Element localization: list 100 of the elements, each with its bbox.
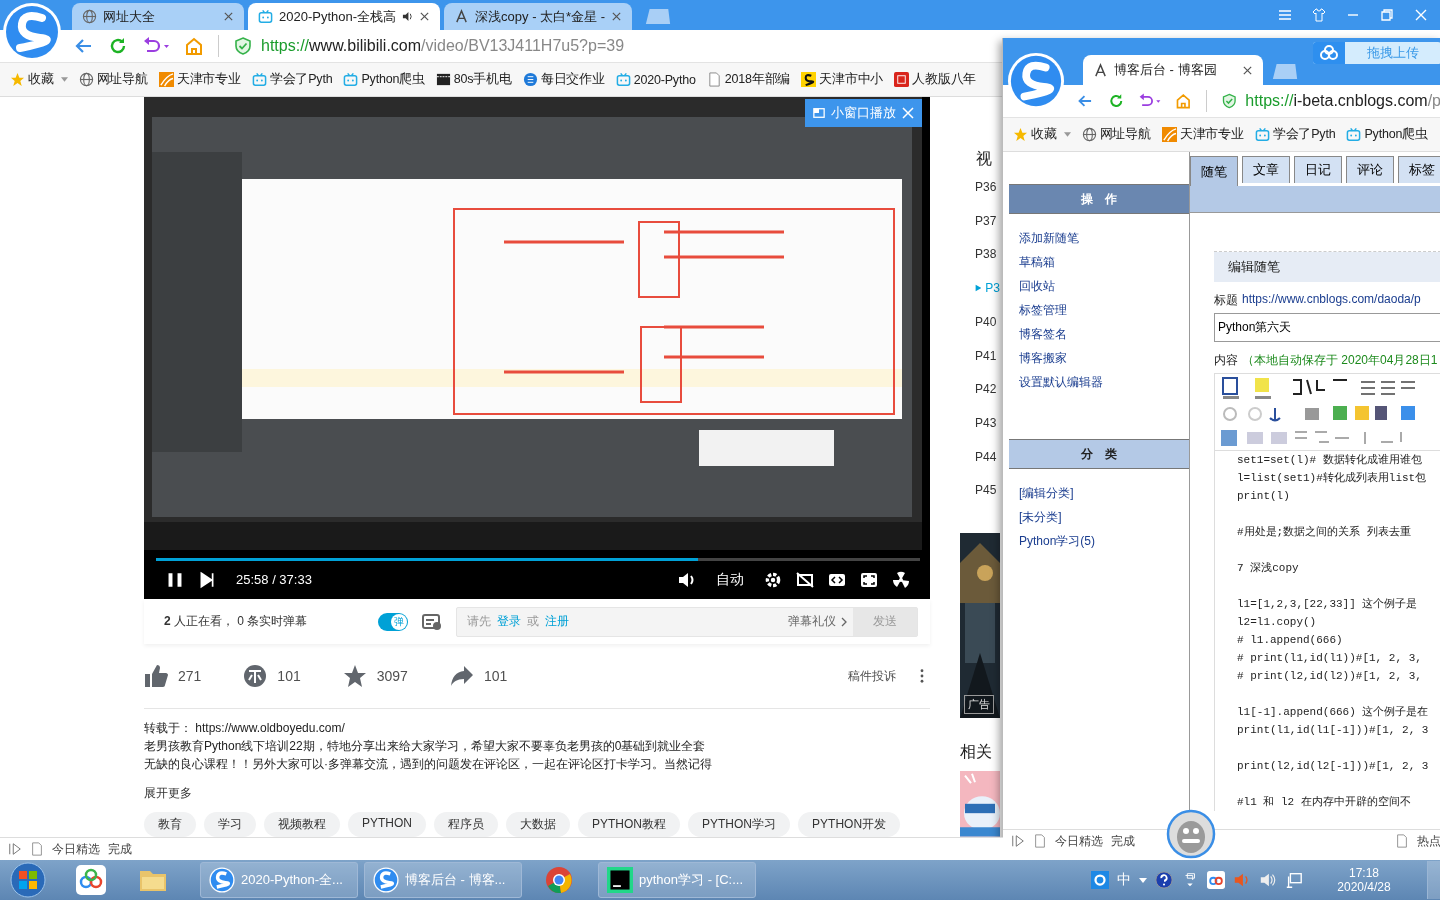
etiquette-link[interactable]: 弹幕礼仪	[788, 613, 847, 631]
chrome-icon[interactable]	[544, 865, 574, 895]
browser-tab[interactable]: 网址大全	[72, 3, 244, 30]
playlist-item[interactable]: P42	[975, 372, 1000, 407]
start-button[interactable]	[10, 862, 46, 898]
menu-icon[interactable]	[1278, 8, 1292, 22]
sidebar-link[interactable]: Python学习(5)	[1019, 529, 1189, 553]
bookmark-item[interactable]: 人教版八年	[894, 71, 977, 88]
playlist-item[interactable]: P44	[975, 439, 1000, 474]
speaker-icon[interactable]	[402, 11, 414, 22]
bookmark-item[interactable]: 天津市中小	[801, 71, 884, 88]
restore-icon[interactable]	[1380, 8, 1394, 22]
sidebar-link[interactable]: 标签管理	[1019, 298, 1189, 322]
fullscreen-icon[interactable]	[860, 570, 878, 589]
browser-tab[interactable]: 深浅copy - 太白*金星 -	[444, 3, 633, 30]
bookmark-item[interactable]: 收藏	[10, 71, 68, 88]
pause-icon[interactable]	[166, 570, 184, 589]
bookmark-item[interactable]: 2020-Pytho	[615, 72, 696, 87]
tag-chip[interactable]: PYTHON	[348, 812, 426, 837]
tag-chip[interactable]: 程序员	[434, 812, 498, 837]
sidebar-link[interactable]: 回收站	[1019, 274, 1189, 298]
action-button[interactable]: 271	[144, 664, 202, 689]
bookmark-item[interactable]: Python爬虫	[1346, 126, 1428, 143]
address-field[interactable]: https://www.bilibili.com/video/BV13J411H7u5?p=39	[261, 37, 625, 55]
browser-tab[interactable]: 博客后台 - 博客园	[1083, 55, 1263, 85]
settings-icon[interactable]	[764, 570, 782, 589]
sidebar-link[interactable]: 添加新随笔	[1019, 226, 1189, 250]
caret-icon[interactable]	[1139, 877, 1147, 883]
browser-tab[interactable]: 2020-Python-全栈高	[248, 3, 441, 30]
sidebar-link[interactable]: [未分类]	[1019, 505, 1189, 529]
sidebar-link[interactable]: [编辑分类]	[1019, 481, 1189, 505]
sidebar-link[interactable]: 设置默认编辑器	[1019, 370, 1189, 394]
next-icon[interactable]	[198, 570, 216, 589]
bookmark-item[interactable]: 网址导航	[78, 71, 148, 88]
post-link[interactable]: https://www.cnblogs.com/daoda/p	[1242, 292, 1421, 309]
cloud-app-icon[interactable]	[1207, 871, 1225, 889]
tag-chip[interactable]: 视频教程	[264, 812, 340, 837]
playlist-item[interactable]: P41	[975, 338, 1000, 373]
video-player[interactable]: 小窗口播放 25:58 / 37:33 自动	[144, 97, 930, 599]
quality-button[interactable]: 自动	[716, 570, 744, 589]
close-icon[interactable]	[611, 11, 623, 22]
playlist-item[interactable]: P40	[975, 304, 1000, 339]
q-app-icon[interactable]	[1091, 871, 1109, 889]
action-button[interactable]: 3097	[342, 664, 408, 689]
bookmark-item[interactable]: 天津市专业	[158, 71, 241, 88]
more-icon[interactable]	[920, 669, 924, 684]
network-icon[interactable]	[1285, 871, 1303, 889]
close-icon[interactable]	[223, 11, 234, 22]
page-tab[interactable]: 日记	[1294, 156, 1342, 183]
playlist-item[interactable]: P37	[975, 203, 1000, 238]
close-icon[interactable]	[1242, 64, 1253, 76]
sidebar-link[interactable]: 博客搬家	[1019, 346, 1189, 370]
page-tab[interactable]: 随笔	[1190, 156, 1238, 186]
bookmark-item[interactable]: 每日交作业	[522, 71, 605, 88]
bookmark-item[interactable]: 网址导航	[1081, 126, 1151, 143]
danmaku-settings-icon[interactable]	[422, 612, 442, 631]
refresh-icon[interactable]	[108, 36, 128, 56]
new-tab-icon[interactable]	[1271, 63, 1299, 80]
page-tab[interactable]: 评论	[1346, 156, 1394, 183]
tag-chip[interactable]: PYTHON学习	[688, 812, 791, 837]
volume-icon[interactable]	[678, 570, 696, 589]
tag-chip[interactable]: PYTHON开发	[798, 812, 901, 837]
progress-track[interactable]	[156, 558, 920, 561]
expand-link[interactable]: 展开更多	[144, 785, 930, 802]
bookmark-item[interactable]: 2018年部编	[706, 71, 791, 88]
playlist-item[interactable]: P36	[975, 170, 1000, 204]
close-icon[interactable]	[419, 11, 431, 22]
help-icon[interactable]	[1155, 871, 1173, 889]
action-button[interactable]: 101	[243, 664, 301, 689]
tag-chip[interactable]: 学习	[204, 812, 256, 837]
title-field[interactable]: Python第六天	[1214, 313, 1440, 342]
bookmark-item[interactable]: 天津市专业	[1161, 126, 1244, 143]
bookmark-item[interactable]: 学会了Pyth	[251, 71, 333, 88]
bookmark-item[interactable]: 收藏	[1013, 126, 1071, 143]
radiation-icon[interactable]	[892, 570, 910, 589]
tag-chip[interactable]: 大数据	[506, 812, 570, 837]
status-text[interactable]: 今日精选	[52, 840, 100, 858]
new-tab-icon[interactable]	[644, 8, 673, 25]
playlist-item[interactable]: P45	[975, 473, 1000, 508]
tag-chip[interactable]: 教育	[144, 812, 196, 837]
home-icon[interactable]	[1175, 91, 1192, 111]
bookmark-item[interactable]: Python爬虫	[343, 71, 425, 88]
danmaku-input[interactable]: 请先 登录 或 注册 弹幕礼仪 发送	[456, 606, 918, 637]
page-tab[interactable]: 标签	[1398, 156, 1440, 183]
sidebar-toggle-icon[interactable]	[8, 842, 22, 856]
bookmark-item[interactable]: 80s手机电	[435, 71, 512, 88]
status-text[interactable]: 今日精选	[1055, 832, 1103, 850]
floating-assistant-icon[interactable]	[1166, 809, 1216, 859]
cloud-app-icon[interactable]	[76, 865, 106, 895]
tag-chip[interactable]: PYTHON教程	[578, 812, 681, 837]
bookmark-item[interactable]: 学会了Pyth	[1254, 126, 1336, 143]
page-tab[interactable]: 文章	[1242, 156, 1290, 183]
shirt-icon[interactable]	[1312, 8, 1326, 22]
status-text[interactable]: 热点	[1417, 832, 1440, 850]
sidebar-link[interactable]: 草稿箱	[1019, 250, 1189, 274]
sidebar-toggle-icon[interactable]	[1011, 834, 1025, 848]
report-link[interactable]: 稿件投诉	[848, 667, 896, 685]
home-icon[interactable]	[184, 36, 204, 56]
sidebar-link[interactable]: 博客签名	[1019, 322, 1189, 346]
playlist-item[interactable]: P43	[975, 406, 1000, 440]
